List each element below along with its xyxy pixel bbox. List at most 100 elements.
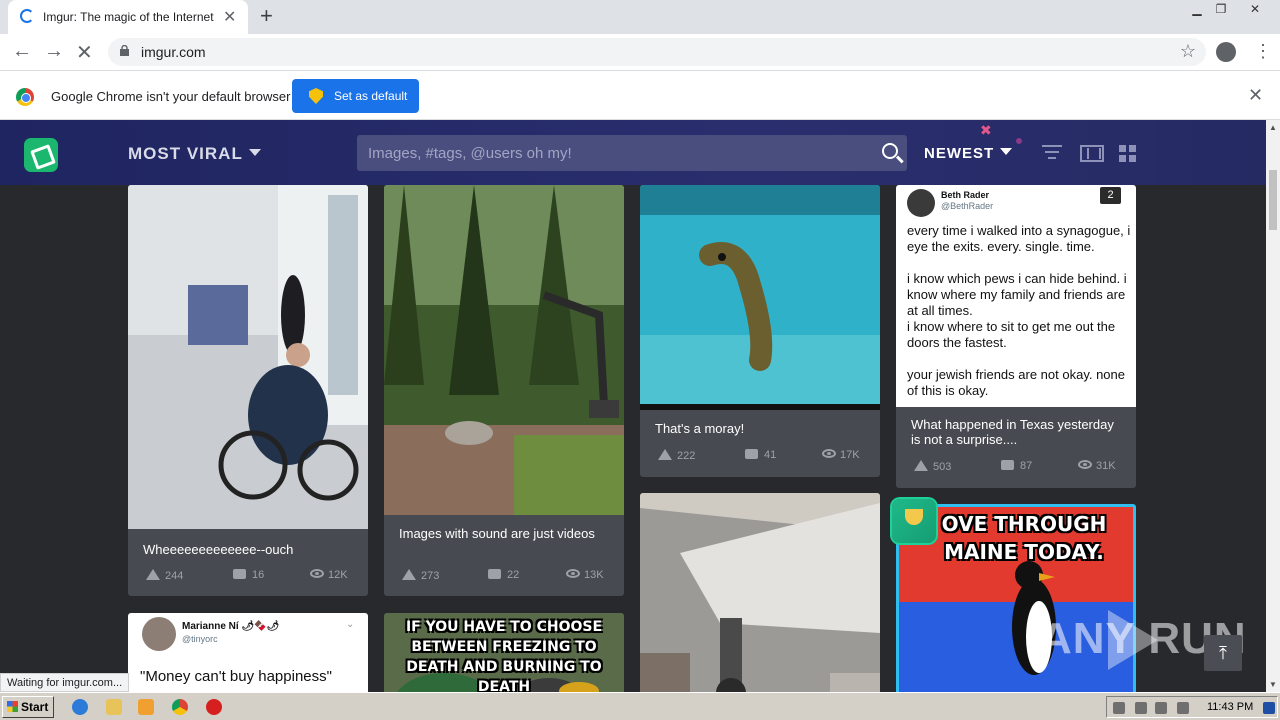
tweet-author-handle: @BethRader [941,201,994,211]
tab-title: Imgur: The magic of the Internet [43,10,214,24]
ie-icon[interactable] [72,699,88,715]
address-bar[interactable]: imgur.com ☆ [108,38,1206,66]
post-thumbnail-tweet[interactable]: Beth Rader @BethRader every time i walke… [896,185,1136,407]
post-thumbnail[interactable] [384,185,624,515]
set-default-button[interactable]: Set as default [292,79,419,113]
explorer-folder-icon[interactable] [106,699,122,715]
views-count: 31K [1096,460,1116,472]
decorative-dot [1016,138,1022,144]
sort-dropdown[interactable]: NEWEST [924,145,1013,162]
chrome-taskbar-icon[interactable] [172,699,188,715]
menu-kebab-icon[interactable]: ⋮ [1254,41,1272,62]
start-label: Start [21,700,49,714]
system-tray: 11:43 PM [1106,696,1278,718]
comments-stat: 22 [488,569,519,581]
comment-icon [745,449,758,459]
volume-icon[interactable] [1135,702,1147,714]
comments-count: 22 [507,569,520,581]
section-dropdown[interactable]: MOST VIRAL [128,144,261,164]
points-stat[interactable]: 222 [658,449,695,462]
security-app-icon[interactable] [206,699,222,715]
eye-icon [1078,460,1092,469]
points-count: 503 [933,461,952,473]
bookmark-star-icon[interactable]: ☆ [1180,41,1196,62]
tab-close-icon[interactable]: ✕ [223,7,236,27]
search-bar [357,135,907,171]
comments-count: 16 [252,569,265,581]
album-count-badge: 2 [1100,187,1121,204]
tweet-menu-chevron-icon[interactable]: ⌄ [346,619,354,630]
search-input[interactable] [357,135,867,171]
imgur-logo-icon[interactable] [24,138,58,172]
filter-icon[interactable] [1042,145,1062,161]
new-tab-button[interactable]: + [260,3,273,29]
vertical-scrollbar[interactable]: ▲ ▼ [1266,120,1280,692]
chrome-logo-icon [16,88,34,106]
scroll-up-icon[interactable]: ▲ [1269,123,1277,132]
eye-icon [310,569,324,578]
back-to-top-button[interactable]: ⤒ [1204,635,1242,671]
post-card[interactable]: Marianne Ní 🌶🍫🌶 @tinyorc ⌄ "Money can't … [128,613,368,692]
scroll-down-icon[interactable]: ▼ [1269,680,1277,689]
clock: 11:43 PM [1207,701,1254,713]
post-card[interactable]: Beth Rader @BethRader every time i walke… [896,185,1136,488]
tweet-author-name: Marianne Ní 🌶🍫🌶 [182,621,280,632]
points-stat[interactable]: 273 [402,569,439,582]
post-card[interactable] [640,493,880,692]
post-card[interactable]: That's a moray! 222 41 17K [640,185,880,477]
views-stat: 17K [822,449,860,461]
post-thumbnail[interactable] [640,185,880,410]
comment-icon [488,569,501,579]
points-count: 273 [421,570,440,582]
flag-icon[interactable] [1177,702,1189,714]
comments-stat: 87 [1001,460,1032,472]
status-bubble: Waiting for imgur.com... [0,673,130,692]
upvote-icon [914,460,928,471]
upvote-icon [658,449,672,460]
points-stat[interactable]: 244 [146,569,183,582]
post-title[interactable]: Wheeeeeeeeeeeee--ouch [143,542,293,557]
media-player-icon[interactable] [138,699,154,715]
points-stat[interactable]: 503 [914,460,951,473]
scrollbar-thumb[interactable] [1269,170,1277,230]
back-icon[interactable]: ← [12,40,32,63]
show-desktop-icon[interactable] [1263,702,1275,714]
network-icon[interactable] [1155,702,1167,714]
post-thumbnail[interactable] [128,185,368,529]
views-count: 12K [328,569,348,581]
tweet-author-name: Beth Rader [941,190,990,200]
post-title[interactable]: Images with sound are just videos [399,526,599,541]
trophy-icon [892,499,936,543]
post-card[interactable]: Images with sound are just videos 273 22… [384,185,624,596]
tweet-text: every time i walked into a synagogue, i … [907,223,1131,398]
default-browser-infobar: Google Chrome isn't your default browser… [0,70,1280,120]
comments-count: 41 [764,449,777,461]
post-card[interactable]: Wheeeeeeeeeeeee--ouch 244 16 12K [128,185,368,596]
uniform-grid-icon[interactable] [1080,145,1104,162]
waterfall-grid-icon[interactable] [1119,145,1137,163]
post-title[interactable]: That's a moray! [655,421,744,436]
infobar-close-icon[interactable]: ✕ [1248,85,1263,106]
search-icon[interactable] [882,143,898,159]
chevron-down-icon [248,149,261,156]
post-thumbnail[interactable] [640,493,880,692]
restore-icon[interactable]: ❐ [1206,0,1236,18]
start-button[interactable]: Start [2,696,54,718]
meme-caption: IF YOU HAVE TO CHOOSE BETWEEN FREEZING T… [405,619,603,692]
loading-spinner-icon [20,9,34,23]
eye-icon [566,569,580,578]
post-card[interactable]: IF YOU HAVE TO CHOOSE BETWEEN FREEZING T… [384,613,624,692]
chevron-down-icon [1000,148,1013,155]
tray-arrow-icon[interactable] [1113,702,1125,714]
browser-tab[interactable]: Imgur: The magic of the Internet ✕ [8,0,248,34]
window-close-icon[interactable]: ✕ [1240,0,1270,18]
upvote-icon [146,569,160,580]
imgur-header: ✖ MOST VIRAL NEWEST [0,120,1266,185]
sort-label: NEWEST [924,145,995,162]
profile-avatar-icon[interactable] [1216,42,1236,62]
tweet-avatar [142,617,176,651]
meme-caption: OVE THROUGH MAINE TODAY. [941,512,1107,564]
post-title[interactable]: What happened in Texas yesterday is not … [911,417,1121,447]
stop-icon[interactable]: ✕ [76,40,93,65]
forward-icon[interactable]: → [44,40,64,63]
